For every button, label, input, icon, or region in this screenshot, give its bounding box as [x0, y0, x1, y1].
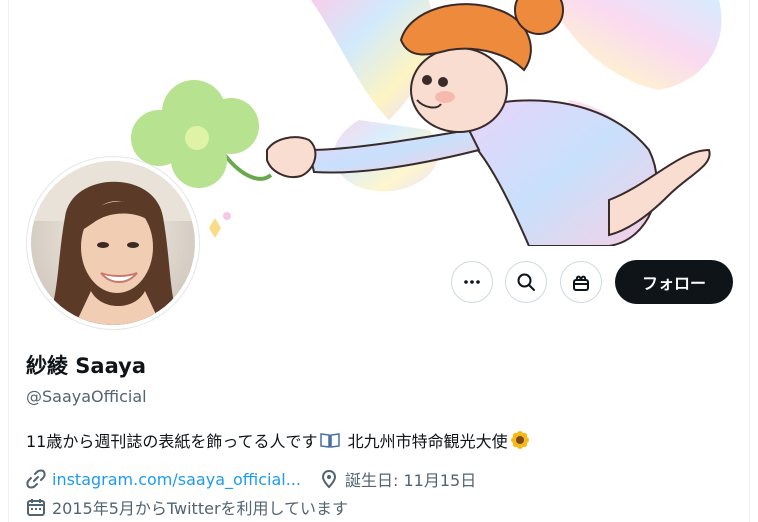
follow-button[interactable]: フォロー: [615, 260, 733, 304]
link-icon: [26, 469, 46, 489]
more-icon: [464, 280, 480, 284]
birthday: 誕生日: 11月15日: [345, 471, 477, 490]
gift-button[interactable]: [560, 261, 602, 303]
bio-text: 11歳から週刊誌の表紙を飾ってる人です: [26, 432, 318, 451]
frame-border-right: [749, 0, 750, 522]
profile-meta-row: instagram.com/saaya_official... 誕生日: 11月…: [26, 467, 476, 491]
display-name: 紗綾 Saaya: [26, 354, 146, 378]
profile-join-row: 2015年5月からTwitterを利用しています: [26, 495, 348, 519]
book-icon: [319, 433, 340, 448]
avatar[interactable]: [27, 157, 199, 329]
sunflower-icon: [510, 431, 529, 449]
avatar-image: [31, 161, 195, 325]
avatar-photo: [31, 161, 195, 325]
bio-suffix: 北九州市特命観光大使: [347, 432, 508, 451]
join-date: 2015年5月からTwitterを利用しています: [52, 499, 349, 518]
handle: @SaayaOfficial: [26, 387, 147, 406]
calendar-icon: [27, 499, 45, 516]
gift-icon: [573, 275, 589, 291]
more-button[interactable]: [451, 261, 493, 303]
location-pin-icon: [321, 469, 337, 489]
search-button[interactable]: [505, 261, 547, 303]
search-icon: [517, 273, 535, 291]
bio: 11歳から週刊誌の表紙を飾ってる人です 北九州市特命観光大使: [26, 428, 532, 452]
website-link[interactable]: instagram.com/saaya_official...: [52, 470, 301, 489]
